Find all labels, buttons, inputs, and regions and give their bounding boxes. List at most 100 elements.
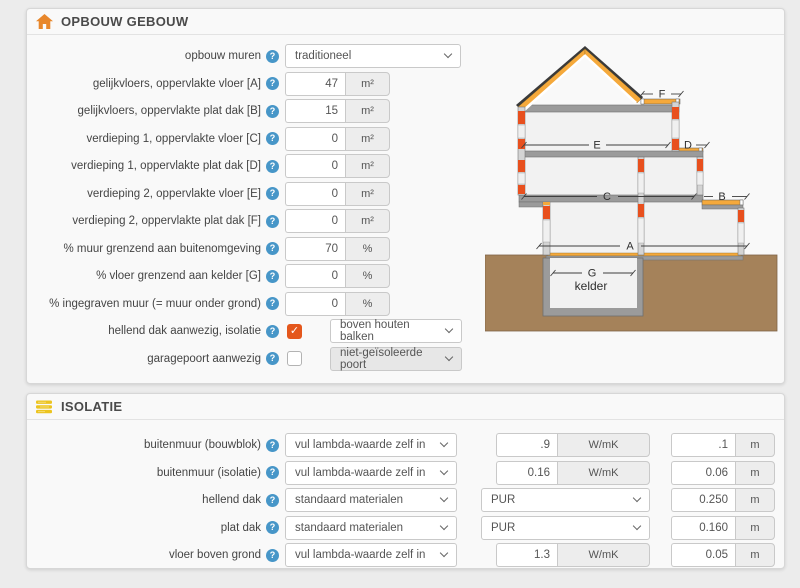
help-icon[interactable] bbox=[266, 187, 279, 200]
vloer-boven-grond-dikte-input[interactable] bbox=[671, 543, 735, 567]
select-value: vul lambda-waarde zelf in bbox=[295, 439, 426, 451]
row-label: buitenmuur (isolatie) bbox=[156, 466, 261, 479]
row-label: buitenmuur (bouwblok) bbox=[144, 439, 261, 451]
isolatie-header: ISOLATIE bbox=[27, 394, 784, 420]
buitenmuur-isolatie-method-select[interactable]: vul lambda-waarde zelf in bbox=[285, 460, 457, 485]
unit-addon: m bbox=[735, 488, 775, 512]
buitenmuur-isolatie-dikte-input[interactable] bbox=[671, 460, 735, 485]
help-icon[interactable] bbox=[266, 242, 279, 255]
row-buitenmuur-bouwblok: buitenmuur (bouwblok) vul lambda-waarde … bbox=[37, 433, 779, 457]
row-label: plat dak bbox=[220, 521, 261, 534]
help-icon[interactable] bbox=[266, 132, 279, 145]
plat-dak-f-input[interactable] bbox=[285, 209, 345, 233]
hellend-dak-materiaal-select[interactable]: PUR bbox=[481, 488, 650, 512]
diagram-label-f: F bbox=[659, 89, 666, 101]
unit-addon: % bbox=[345, 264, 390, 288]
help-icon[interactable] bbox=[266, 521, 279, 534]
panel-title: OPBOUW GEBOUW bbox=[61, 14, 189, 29]
help-icon[interactable] bbox=[266, 297, 279, 310]
help-icon[interactable] bbox=[266, 104, 279, 118]
help-icon[interactable] bbox=[266, 214, 279, 228]
unit-addon: % bbox=[345, 236, 390, 261]
garagepoort-select[interactable]: niet-geïsoleerde poort bbox=[330, 346, 462, 371]
hellend-dak-dikte-input[interactable] bbox=[671, 488, 735, 512]
row-pct-ingegraven-muur: % ingegraven muur (= muur onder grond) % bbox=[37, 291, 492, 316]
row-opbouw-muren: opbouw muren traditioneel bbox=[37, 44, 492, 68]
row-label: gelijkvloers, oppervlakte vloer [A] bbox=[92, 77, 261, 90]
row-label: verdieping 1, oppervlakte plat dak [D] bbox=[71, 160, 261, 172]
panel-title: ISOLATIE bbox=[61, 399, 123, 414]
row-label: verdieping 2, oppervlakte plat dak [F] bbox=[72, 215, 261, 227]
chevron-down-icon bbox=[632, 521, 642, 530]
plat-dak-materiaal-select[interactable]: PUR bbox=[481, 515, 650, 540]
plat-dak-d-input[interactable] bbox=[285, 154, 345, 178]
plat-dak-dikte-input[interactable] bbox=[671, 515, 735, 540]
row-label: vloer boven grond bbox=[168, 549, 261, 561]
pct-muur-buiten-input[interactable] bbox=[285, 236, 345, 261]
row-garagepoort-aanwezig: garagepoort aanwezig niet-geïsoleerde po… bbox=[37, 346, 492, 371]
buitenmuur-bouwblok-method-select[interactable]: vul lambda-waarde zelf in bbox=[285, 433, 457, 457]
unit-addon: % bbox=[345, 291, 390, 316]
row-label: gelijkvloers, oppervlakte plat dak [B] bbox=[77, 105, 261, 117]
help-icon[interactable] bbox=[266, 324, 279, 338]
row-label: garagepoort aanwezig bbox=[147, 352, 261, 365]
help-icon[interactable] bbox=[266, 49, 279, 63]
buitenmuur-isolatie-lambda-input[interactable] bbox=[496, 460, 557, 485]
unit-addon: m bbox=[735, 460, 775, 485]
oppervlakte-vloer-a-input[interactable] bbox=[285, 71, 345, 96]
diagram-label-d: D bbox=[684, 140, 692, 152]
hellend-dak-isolatie-select[interactable]: boven houten balken bbox=[330, 319, 462, 343]
chevron-down-icon bbox=[439, 466, 449, 475]
plat-dak-method-select[interactable]: standaard materialen bbox=[285, 515, 457, 540]
select-value: vul lambda-waarde zelf in bbox=[295, 549, 426, 561]
help-icon[interactable] bbox=[266, 159, 279, 173]
chevron-down-icon bbox=[444, 324, 454, 334]
vloer-boven-grond-lambda-input[interactable] bbox=[496, 543, 557, 567]
help-icon[interactable] bbox=[266, 438, 279, 452]
garagepoort-checkbox[interactable] bbox=[287, 351, 302, 366]
select-value: standaard materialen bbox=[295, 494, 404, 506]
isolatie-panel: ISOLATIE buitenmuur (bouwblok) vul lambd… bbox=[26, 393, 785, 569]
building-section-diagram: F E D C B A G kelder bbox=[485, 46, 778, 332]
vloer-boven-grond-method-select[interactable]: vul lambda-waarde zelf in bbox=[285, 543, 457, 567]
select-value: niet-geïsoleerde poort bbox=[340, 346, 423, 371]
chevron-down-icon bbox=[444, 352, 454, 361]
help-icon[interactable] bbox=[266, 466, 279, 479]
pct-ingegraven-muur-input[interactable] bbox=[285, 291, 345, 316]
hellend-dak-method-select[interactable]: standaard materialen bbox=[285, 488, 457, 512]
help-icon[interactable] bbox=[266, 493, 279, 507]
buitenmuur-bouwblok-dikte-input[interactable] bbox=[671, 433, 735, 457]
opbouw-muren-select[interactable]: traditioneel bbox=[285, 44, 461, 68]
unit-addon: m² bbox=[345, 99, 390, 123]
chevron-down-icon bbox=[439, 438, 449, 448]
insulation-layers-icon bbox=[36, 400, 53, 414]
row-buitenmuur-isolatie: buitenmuur (isolatie) vul lambda-waarde … bbox=[37, 460, 779, 485]
row-pct-vloer-kelder: % vloer grenzend aan kelder [G] % bbox=[37, 264, 492, 288]
unit-addon: m bbox=[735, 433, 775, 457]
row-label: verdieping 2, oppervlakte vloer [E] bbox=[87, 187, 261, 200]
unit-addon: m² bbox=[345, 209, 390, 233]
row-plat-dak-d: verdieping 1, oppervlakte plat dak [D] m… bbox=[37, 154, 492, 178]
row-label: hellend dak bbox=[202, 494, 261, 506]
help-icon[interactable] bbox=[266, 548, 279, 562]
pct-vloer-kelder-input[interactable] bbox=[285, 264, 345, 288]
vloer-e-input[interactable] bbox=[285, 181, 345, 206]
unit-addon: m² bbox=[345, 71, 390, 96]
buitenmuur-bouwblok-lambda-input[interactable] bbox=[496, 433, 557, 457]
row-plat-dak: plat dak standaard materialen PUR m bbox=[37, 515, 779, 540]
row-label: opbouw muren bbox=[184, 50, 261, 62]
unit-addon: W/mK bbox=[557, 433, 650, 457]
row-plat-dak-b: gelijkvloers, oppervlakte plat dak [B] m… bbox=[37, 99, 492, 123]
row-vloer-c: verdieping 1, oppervlakte vloer [C] m² bbox=[37, 126, 492, 151]
help-icon[interactable] bbox=[266, 77, 279, 90]
help-icon[interactable] bbox=[266, 352, 279, 365]
home-icon bbox=[36, 14, 53, 29]
vloer-c-input[interactable] bbox=[285, 126, 345, 151]
row-hellend-dak-aanwezig: hellend dak aanwezig, isolatie boven hou… bbox=[37, 319, 492, 343]
chevron-down-icon bbox=[443, 49, 453, 59]
hellend-dak-checkbox[interactable] bbox=[287, 323, 302, 339]
unit-addon: m² bbox=[345, 126, 390, 151]
plat-dak-b-input[interactable] bbox=[285, 99, 345, 123]
help-icon[interactable] bbox=[266, 269, 279, 283]
row-label: verdieping 1, oppervlakte vloer [C] bbox=[86, 132, 261, 145]
